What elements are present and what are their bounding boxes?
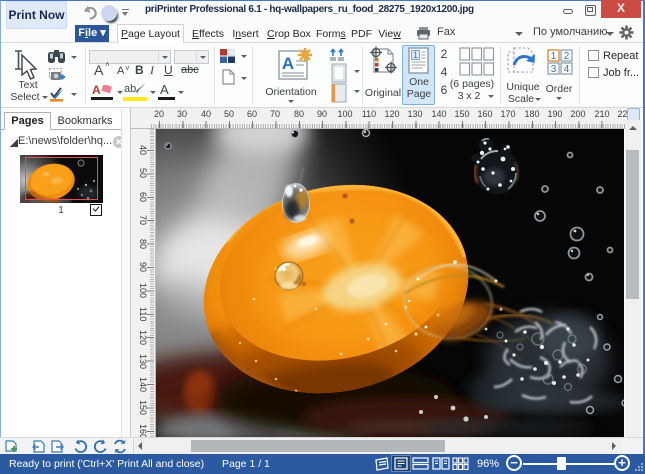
svg-text:3: 3 — [551, 64, 557, 75]
svg-text:1: 1 — [551, 51, 557, 62]
svg-text:1: 1 — [413, 50, 418, 60]
svg-text:2: 2 — [564, 51, 570, 62]
svg-text:A: A — [282, 54, 294, 73]
svg-text:4: 4 — [564, 64, 570, 75]
